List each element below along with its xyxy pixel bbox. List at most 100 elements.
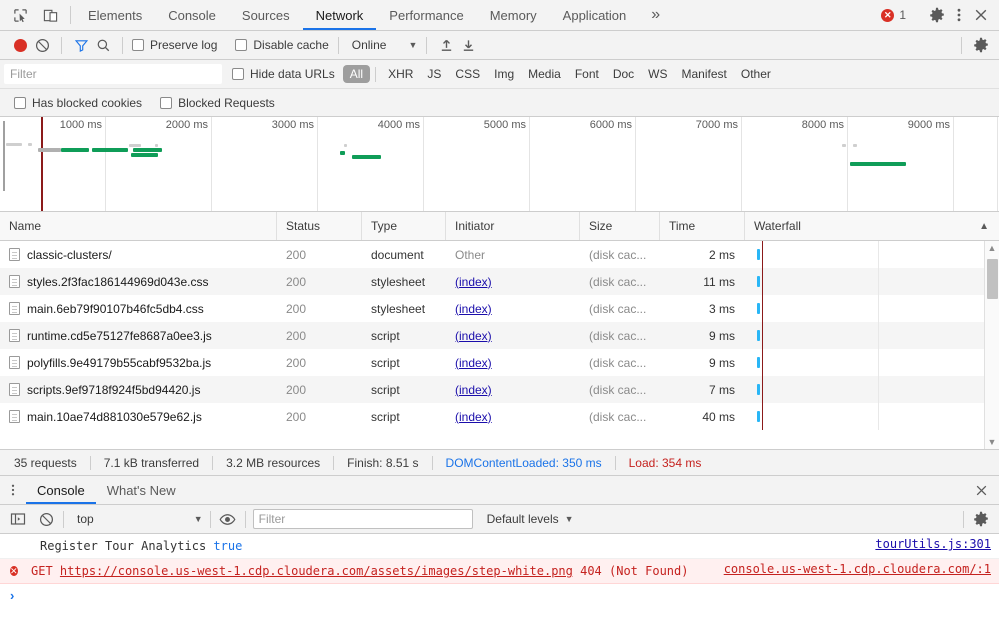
- console-messages[interactable]: Register Tour Analytics true tourUtils.j…: [0, 534, 999, 636]
- filter-type-xhr[interactable]: XHR: [381, 65, 420, 83]
- filter-type-css[interactable]: CSS: [448, 65, 487, 83]
- console-settings-gear-icon[interactable]: [971, 509, 991, 529]
- table-row[interactable]: main.6eb79f90107b46fc5db4.css 200 styles…: [0, 295, 999, 322]
- clear-console-icon[interactable]: [36, 509, 56, 529]
- record-icon[interactable]: [10, 35, 30, 55]
- requests-scrollbar[interactable]: ▲ ▼: [984, 241, 999, 449]
- drawer-close-icon[interactable]: [971, 480, 991, 500]
- filter-type-media[interactable]: Media: [521, 65, 568, 83]
- gear-icon[interactable]: [927, 5, 947, 25]
- filter-type-other[interactable]: Other: [734, 65, 778, 83]
- disable-cache-checkbox[interactable]: Disable cache: [235, 38, 328, 52]
- column-header-status[interactable]: Status: [277, 212, 362, 240]
- row-initiator-link[interactable]: (index): [455, 329, 492, 343]
- column-header-name[interactable]: Name: [0, 212, 277, 240]
- console-log-source-link[interactable]: tourUtils.js:301: [865, 537, 991, 551]
- tab-memory[interactable]: Memory: [477, 0, 550, 30]
- hide-data-urls-checkbox[interactable]: Hide data URLs: [232, 67, 335, 81]
- table-row[interactable]: main.10ae74d881030e579e62.js 200 script …: [0, 403, 999, 430]
- filter-type-js[interactable]: JS: [420, 65, 448, 83]
- drawer-kebab-menu-icon[interactable]: [0, 476, 26, 504]
- table-row[interactable]: polyfills.9e49179b55cabf9532ba.js 200 sc…: [0, 349, 999, 376]
- row-initiator-cell[interactable]: (index): [446, 349, 580, 376]
- tab-elements[interactable]: Elements: [75, 0, 155, 30]
- table-row[interactable]: runtime.cd5e75127fe8687a0ee3.js 200 scri…: [0, 322, 999, 349]
- close-icon[interactable]: [971, 5, 991, 25]
- tab-application[interactable]: Application: [550, 0, 640, 30]
- import-har-icon[interactable]: [436, 35, 456, 55]
- console-error-url[interactable]: https://console.us-west-1.cdp.cloudera.c…: [60, 564, 573, 578]
- execution-context-dropdown[interactable]: top ▼: [71, 512, 203, 526]
- row-initiator-cell: Other: [446, 241, 580, 268]
- export-har-icon[interactable]: [458, 35, 478, 55]
- blocked-requests-checkbox[interactable]: Blocked Requests: [160, 96, 275, 110]
- filter-type-img-label: Img: [494, 67, 514, 81]
- panel-tabs: Elements Console Sources Network Perform…: [75, 0, 873, 30]
- row-initiator-link[interactable]: (index): [455, 275, 492, 289]
- filter-type-img[interactable]: Img: [487, 65, 521, 83]
- overview-request-bar: [853, 144, 857, 147]
- console-prompt[interactable]: ›: [0, 584, 999, 607]
- filter-type-doc[interactable]: Doc: [606, 65, 641, 83]
- row-initiator-link[interactable]: (index): [455, 356, 492, 370]
- row-initiator-cell[interactable]: (index): [446, 295, 580, 322]
- throttling-dropdown[interactable]: Online ▼: [348, 38, 418, 52]
- log-levels-dropdown[interactable]: Default levels ▼: [473, 512, 574, 526]
- filter-input[interactable]: [4, 64, 222, 84]
- column-header-initiator[interactable]: Initiator: [446, 212, 580, 240]
- column-header-size[interactable]: Size: [580, 212, 660, 240]
- more-tabs-icon[interactable]: »: [639, 0, 672, 30]
- row-initiator-link[interactable]: (index): [455, 410, 492, 424]
- scroll-down-icon[interactable]: ▼: [988, 437, 997, 447]
- console-log-message[interactable]: Register Tour Analytics true tourUtils.j…: [0, 534, 999, 559]
- row-initiator-cell[interactable]: (index): [446, 403, 580, 430]
- has-blocked-cookies-box: [14, 97, 26, 109]
- column-header-type[interactable]: Type: [362, 212, 446, 240]
- drawer-tabbar: Console What's New: [0, 476, 999, 505]
- has-blocked-cookies-checkbox[interactable]: Has blocked cookies: [14, 96, 142, 110]
- clear-icon[interactable]: [32, 35, 52, 55]
- row-initiator-cell[interactable]: (index): [446, 322, 580, 349]
- error-count-badge[interactable]: ✕ 1: [873, 8, 914, 22]
- show-console-sidebar-icon[interactable]: [8, 509, 28, 529]
- search-icon[interactable]: [93, 35, 113, 55]
- device-toolbar-icon[interactable]: [40, 5, 60, 25]
- row-initiator-link[interactable]: (index): [455, 383, 492, 397]
- funnel-icon[interactable]: [71, 35, 91, 55]
- live-expression-eye-icon[interactable]: [218, 509, 238, 529]
- tab-console[interactable]: Console: [155, 0, 229, 30]
- inspect-element-icon[interactable]: [10, 5, 30, 25]
- column-header-time[interactable]: Time: [660, 212, 745, 240]
- filter-type-ws[interactable]: WS: [641, 65, 674, 83]
- drawer-tab-console[interactable]: Console: [26, 476, 96, 504]
- tab-network[interactable]: Network: [303, 0, 377, 30]
- console-filter-input[interactable]: [253, 509, 473, 529]
- row-size-cell: (disk cac...: [580, 268, 660, 295]
- summary-transferred: 7.1 kB transferred: [104, 456, 212, 470]
- row-initiator-cell[interactable]: (index): [446, 376, 580, 403]
- row-initiator-cell[interactable]: (index): [446, 268, 580, 295]
- kebab-menu-icon[interactable]: [949, 5, 969, 25]
- console-toolbar: top ▼ Default levels ▼: [0, 505, 999, 534]
- overview-left-handle[interactable]: [3, 121, 5, 191]
- column-header-waterfall[interactable]: Waterfall ▲: [745, 212, 999, 240]
- drawer-tab-whats-new[interactable]: What's New: [96, 476, 187, 504]
- row-name-cell: classic-clusters/: [0, 241, 277, 268]
- row-initiator-link[interactable]: (index): [455, 302, 492, 316]
- table-row[interactable]: styles.2f3fac186144969d043e.css 200 styl…: [0, 268, 999, 295]
- filter-type-manifest[interactable]: Manifest: [675, 65, 734, 83]
- network-settings-gear-icon[interactable]: [971, 35, 991, 55]
- console-error-source-link[interactable]: console.us-west-1.cdp.cloudera.com/:1: [714, 562, 991, 576]
- filter-type-all[interactable]: All: [343, 65, 370, 83]
- filter-type-font[interactable]: Font: [568, 65, 606, 83]
- scrollbar-thumb[interactable]: [987, 259, 998, 299]
- tab-sources[interactable]: Sources: [229, 0, 303, 30]
- preserve-log-checkbox[interactable]: Preserve log: [132, 38, 217, 52]
- scroll-up-icon[interactable]: ▲: [988, 243, 997, 253]
- console-error-message[interactable]: ✕ GET https://console.us-west-1.cdp.clou…: [0, 559, 999, 584]
- requests-table-body[interactable]: classic-clusters/ 200 document Other (di…: [0, 241, 999, 449]
- table-row[interactable]: scripts.9ef9718f924f5bd94420.js 200 scri…: [0, 376, 999, 403]
- table-row[interactable]: classic-clusters/ 200 document Other (di…: [0, 241, 999, 268]
- tab-performance[interactable]: Performance: [376, 0, 476, 30]
- network-overview-timeline[interactable]: 1000 ms 2000 ms 3000 ms 4000 ms 5000 ms …: [0, 117, 999, 212]
